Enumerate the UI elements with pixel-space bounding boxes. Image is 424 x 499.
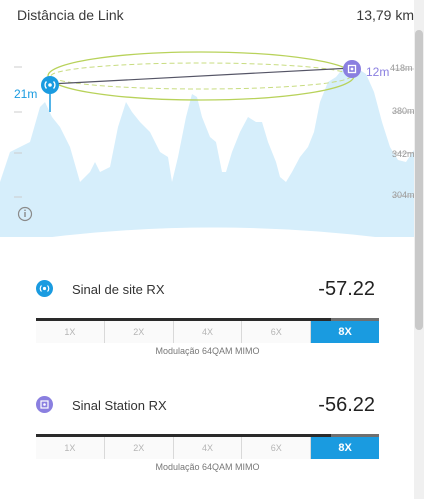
station-rx-signal-value: -56.22 xyxy=(318,394,375,416)
site-tower-icon[interactable] xyxy=(41,76,59,94)
scrollbar-thumb[interactable] xyxy=(415,30,423,330)
modulation-option-4x[interactable]: 4X xyxy=(173,321,243,343)
link-line xyxy=(49,67,353,85)
station-icon xyxy=(36,396,53,413)
elevation-profile: 21m 12m 418m 380m 342m 304m xyxy=(0,32,415,250)
modulation-option-1x[interactable]: 1X xyxy=(36,437,105,459)
modulation-option-6x[interactable]: 6X xyxy=(242,437,312,459)
modulation-option-8x[interactable]: 8X xyxy=(311,321,379,343)
elevation-profile-graphic xyxy=(0,51,414,250)
site-rx-signal-panel: Sinal de site RX -57.22 1X 2X 4X 6X 8X M… xyxy=(0,270,414,370)
modulation-option-2x[interactable]: 2X xyxy=(104,437,174,459)
modulation-option-4x[interactable]: 4X xyxy=(173,437,243,459)
link-distance-value: 13,79 km xyxy=(356,7,414,23)
site-rx-signal-label: Sinal de site RX xyxy=(72,282,165,297)
elevation-tick-label: 342m xyxy=(392,149,415,159)
elevation-tick-label: 304m xyxy=(392,190,415,200)
site-rx-modulation-options: 1X 2X 4X 6X 8X xyxy=(36,321,379,343)
link-header: Distância de Link 13,79 km xyxy=(0,0,414,32)
modulation-option-6x[interactable]: 6X xyxy=(242,321,312,343)
station-rx-modulation-caption: Modulação 64QAM MIMO xyxy=(155,462,260,472)
station-rx-signal-panel: Sinal Station RX -56.22 1X 2X 4X 6X 8X M… xyxy=(0,386,414,486)
station-rx-signal-label: Sinal Station RX xyxy=(72,398,167,413)
modulation-option-1x[interactable]: 1X xyxy=(36,321,105,343)
modulation-option-8x[interactable]: 8X xyxy=(311,437,379,459)
elevation-tick-label: 380m xyxy=(392,106,415,116)
site-height-label: 21m xyxy=(14,87,38,101)
terrain-area xyxy=(0,67,414,237)
elevation-tick-label: 418m xyxy=(390,63,413,73)
link-distance-title: Distância de Link xyxy=(17,7,124,23)
tower-icon xyxy=(36,280,53,297)
modulation-option-2x[interactable]: 2X xyxy=(104,321,174,343)
station-height-label: 12m xyxy=(366,65,390,79)
station-icon[interactable] xyxy=(343,60,361,78)
vertical-scrollbar[interactable] xyxy=(414,0,424,499)
site-rx-signal-value: -57.22 xyxy=(318,278,375,300)
site-rx-modulation-caption: Modulação 64QAM MIMO xyxy=(155,346,260,356)
station-rx-modulation-options: 1X 2X 4X 6X 8X xyxy=(36,437,379,459)
